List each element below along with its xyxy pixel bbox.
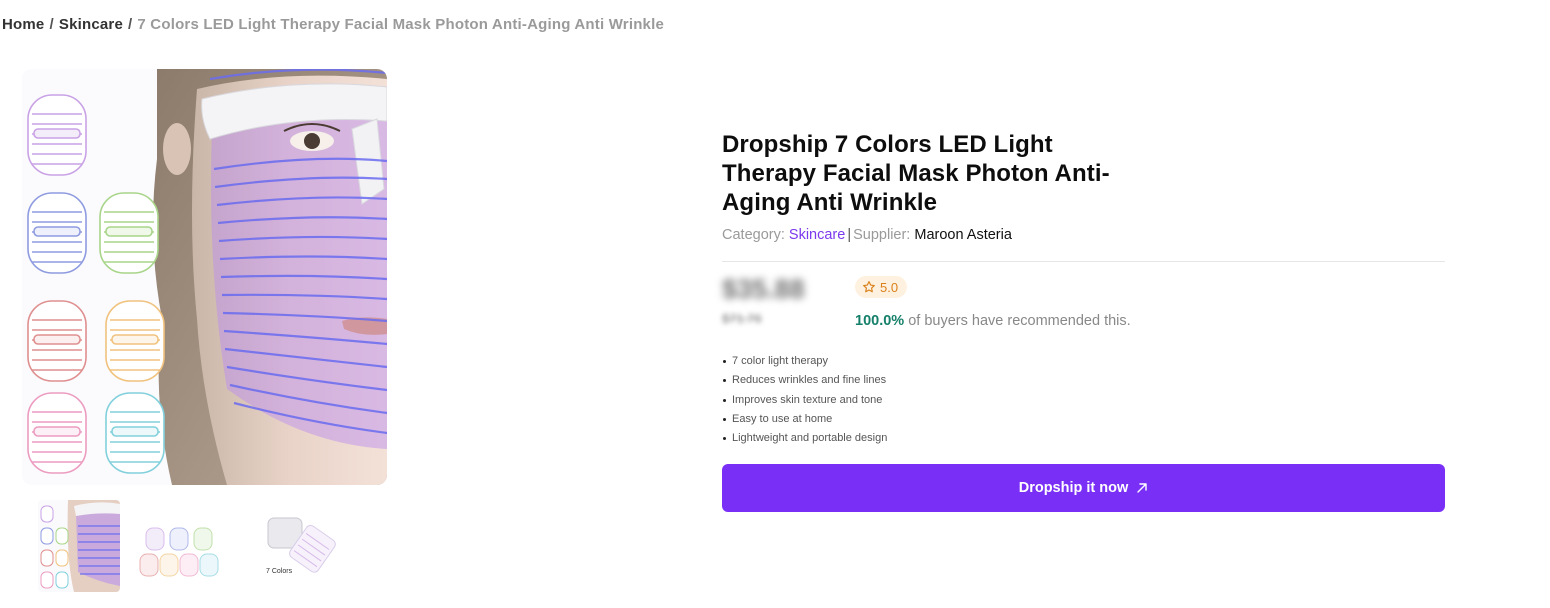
supplier-label: Supplier: bbox=[853, 227, 911, 243]
bullet-icon bbox=[723, 398, 726, 402]
breadcrumb-separator: / bbox=[128, 16, 133, 33]
supplier-name: Maroon Asteria bbox=[914, 227, 1012, 243]
rating-value: 5.0 bbox=[880, 279, 899, 295]
breadcrumb: Home / Skincare/7 Colors LED Light Therapy… bbox=[2, 16, 664, 33]
dropship-now-button[interactable]: Dropship it now bbox=[722, 464, 1445, 512]
thumbnail-box-icon: 7 Colors bbox=[258, 500, 340, 592]
dropship-now-label: Dropship it now bbox=[1018, 480, 1129, 496]
thumbnail-box-image[interactable]: 7 Colors bbox=[258, 500, 340, 592]
recommend-percentage: 100.0% bbox=[855, 313, 905, 329]
thumbnail-color-grid-icon bbox=[138, 500, 220, 592]
feature-item: Lightweight and portable design bbox=[722, 429, 887, 448]
main-product-image[interactable] bbox=[22, 69, 387, 485]
bullet-icon bbox=[723, 418, 726, 422]
meta-divider: | bbox=[847, 227, 852, 243]
bullet-icon bbox=[723, 437, 726, 441]
thumbnail-color-grid-image[interactable] bbox=[138, 500, 220, 592]
feature-text: Lightweight and portable design bbox=[732, 432, 888, 445]
breadcrumb-category-link[interactable]: Skincare bbox=[59, 16, 123, 33]
star-icon bbox=[863, 281, 875, 293]
thumbnail-model-icon bbox=[38, 500, 120, 592]
product-meta: Category: Skincare | Supplier: Maroon Aste… bbox=[722, 227, 1445, 243]
bullet-icon bbox=[723, 379, 726, 383]
feature-item: 7 color light therapy bbox=[722, 352, 887, 371]
original-price: $71.76 bbox=[722, 311, 762, 326]
rating-badge: 5.0 bbox=[855, 276, 908, 298]
feature-text: 7 color light therapy bbox=[732, 355, 828, 367]
thumbnail-strip: 7 Colors bbox=[38, 500, 348, 594]
thumbnail-caption: 7 Colors bbox=[266, 568, 293, 575]
led-mask-product-image bbox=[22, 69, 387, 485]
feature-item: Easy to use at home bbox=[722, 410, 887, 429]
product-info: Dropship 7 Colors LED Light Therapy Faci… bbox=[722, 130, 1445, 512]
price: $35.88 bbox=[722, 274, 805, 304]
product-title: Dropship 7 Colors LED Light Therapy Faci… bbox=[722, 131, 1110, 216]
breadcrumb-home-link[interactable]: Home bbox=[2, 16, 44, 33]
feature-item: Improves skin texture and tone bbox=[722, 391, 887, 410]
breadcrumb-separator: / bbox=[49, 16, 54, 33]
feature-item: Reduces wrinkles and fine lines bbox=[722, 371, 887, 390]
category-label: Category: bbox=[722, 227, 785, 243]
feature-list: 7 color light therapy Reduces wrinkles a… bbox=[722, 352, 887, 448]
breadcrumb-current: 7 Colors LED Light Therapy Facial Mask P… bbox=[137, 16, 665, 33]
feature-text: Reduces wrinkles and fine lines bbox=[732, 374, 887, 387]
bullet-icon bbox=[723, 360, 726, 364]
arrow-up-right-icon bbox=[1137, 483, 1147, 493]
feature-text: Easy to use at home bbox=[732, 412, 833, 425]
thumbnail-model-image[interactable] bbox=[38, 500, 120, 592]
recommendation-text: 100.0% of buyers have recommended this. bbox=[855, 313, 1131, 329]
category-link[interactable]: Skincare bbox=[789, 227, 845, 243]
divider-line bbox=[722, 261, 1445, 262]
feature-text: Improves skin texture and tone bbox=[732, 393, 883, 406]
price-block: $35.88 $71.76 bbox=[722, 274, 832, 326]
recommend-label: of buyers have recommended this. bbox=[908, 313, 1131, 329]
